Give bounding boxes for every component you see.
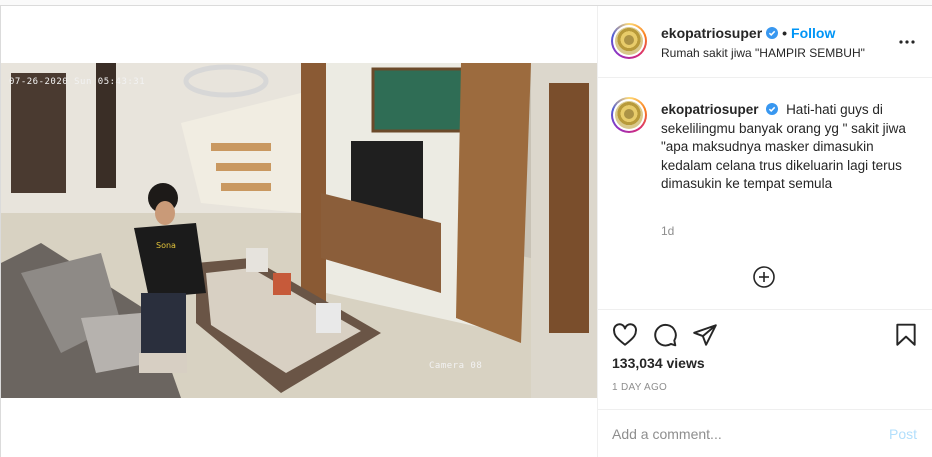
cctv-video[interactable]: Sona 07-26-2020 Sun 05:43:31 Camera 08 — [1, 63, 597, 398]
header-username[interactable]: ekopatriosuper — [661, 25, 762, 41]
cctv-scene-image: Sona — [1, 63, 597, 398]
post-date[interactable]: 1 DAY AGO — [612, 382, 667, 393]
caption-time-ago: 1d — [661, 224, 675, 238]
comment-icon[interactable] — [652, 322, 678, 348]
svg-text:Sona: Sona — [156, 241, 176, 250]
comments-area: ekopatriosuper Hati-hati guys di sekelil… — [598, 79, 932, 309]
heart-icon[interactable] — [612, 322, 638, 348]
view-count[interactable]: 133,034 views — [612, 355, 705, 371]
verified-badge-icon — [766, 27, 779, 39]
plus-circle-icon[interactable] — [752, 265, 776, 289]
avatar[interactable] — [611, 23, 647, 59]
comment-form: Post — [598, 409, 932, 457]
follow-button[interactable]: Follow — [791, 25, 835, 41]
post-comment-button[interactable]: Post — [889, 426, 917, 442]
cctv-timestamp: 07-26-2020 Sun 05:43:31 — [9, 77, 146, 87]
comment-input[interactable] — [612, 424, 862, 444]
post-media: Sona 07-26-2020 Sun 05:43:31 Camera 08 — [1, 6, 597, 457]
caption-avatar[interactable] — [611, 97, 647, 133]
instagram-post: Sona 07-26-2020 Sun 05:43:31 Camera 08 e… — [0, 5, 932, 457]
post-side-panel: ekopatriosuper • Follow Rumah sakit jiwa… — [597, 6, 932, 457]
post-actions: 133,034 views 1 DAY AGO — [598, 309, 932, 409]
post-caption: ekopatriosuper Hati-hati guys di sekelil… — [661, 101, 916, 194]
post-header: ekopatriosuper • Follow Rumah sakit jiwa… — [598, 6, 932, 78]
location-subtitle[interactable]: Rumah sakit jiwa "HAMPIR SEMBUH" — [661, 46, 865, 60]
paper-plane-icon[interactable] — [692, 322, 718, 348]
caption-username[interactable]: ekopatriosuper — [661, 102, 759, 117]
verified-badge-icon — [766, 103, 779, 115]
bookmark-icon[interactable] — [893, 322, 919, 348]
cctv-camera-label: Camera 08 — [429, 361, 483, 371]
more-options-icon[interactable] — [897, 32, 917, 52]
separator-dot: • — [782, 25, 788, 41]
